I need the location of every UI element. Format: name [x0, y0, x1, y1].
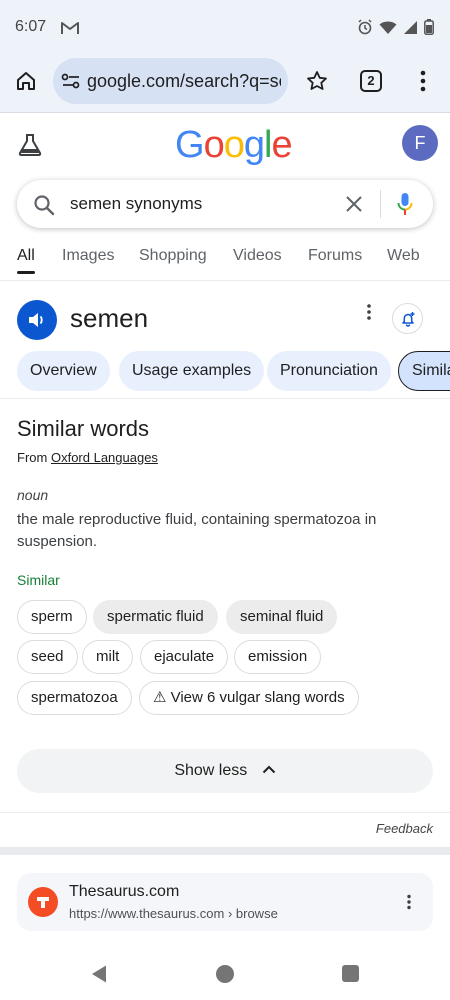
bell-plus-icon	[402, 312, 415, 327]
synonym-chip[interactable]: emission	[234, 640, 322, 674]
section-band	[0, 847, 450, 855]
logo-letter: o	[223, 124, 245, 166]
recents-icon[interactable]	[342, 965, 359, 982]
labs-flask-icon[interactable]	[17, 133, 43, 162]
dictionary-more-icon[interactable]	[363, 303, 375, 326]
synonym-chip[interactable]: seed	[17, 640, 78, 674]
tabs-divider	[0, 280, 450, 281]
url-text[interactable]: google.com/search?q=semen+synonyms	[87, 71, 281, 92]
tab-web[interactable]: Web	[387, 247, 420, 265]
tab-images[interactable]: Images	[62, 247, 114, 265]
system-nav-bar	[0, 950, 450, 1000]
google-logo[interactable]: Google	[175, 124, 293, 167]
wifi-icon	[379, 20, 397, 40]
synonym-chip[interactable]: spermatic fluid	[93, 600, 218, 634]
tab-label: All	[17, 247, 35, 264]
synonym-chip[interactable]: sperm	[17, 600, 87, 634]
synonym-chip[interactable]: seminal fluid	[226, 600, 338, 634]
synonym-chip[interactable]: milt	[82, 640, 134, 674]
tab-all[interactable]: All	[17, 247, 35, 274]
battery-icon	[424, 19, 434, 40]
search-tabs: All Images Shopping Videos Forums Web	[0, 247, 450, 275]
part-of-speech: noun	[17, 487, 49, 503]
home-icon[interactable]	[14, 69, 38, 98]
chip-usage-examples[interactable]: Usage examples	[119, 351, 265, 391]
thesaurus-favicon-icon	[28, 887, 58, 917]
signal-icon	[403, 20, 418, 40]
show-less-button[interactable]: Show less	[17, 749, 433, 793]
search-input[interactable]: semen synonyms	[70, 194, 202, 214]
source-prefix: From	[17, 450, 48, 465]
section-title: Similar words	[17, 416, 150, 441]
tab-shopping[interactable]: Shopping	[139, 247, 207, 265]
tabs-fade	[435, 247, 450, 269]
source-line: From Oxford Languages	[17, 450, 158, 465]
microphone-icon[interactable]	[397, 192, 413, 221]
vulgar-words-button[interactable]: ⚠ View 6 vulgar slang words	[139, 681, 359, 715]
result-site-name[interactable]: Thesaurus.com	[69, 883, 179, 901]
more-menu-icon[interactable]	[419, 70, 427, 97]
bookmark-star-icon[interactable]	[305, 69, 329, 98]
feedback-divider	[0, 812, 450, 813]
logo-letter: g	[243, 124, 265, 166]
site-settings-icon[interactable]	[61, 72, 81, 95]
browser-toolbar: google.com/search?q=semen+synonyms 2	[0, 56, 450, 112]
clear-search-icon[interactable]	[344, 194, 364, 219]
chip-pronunciation[interactable]: Pronunciation	[267, 351, 391, 391]
search-separator	[380, 190, 381, 218]
chip-overview[interactable]: Overview	[17, 351, 110, 391]
home-button-icon[interactable]	[216, 965, 234, 983]
status-icons	[357, 19, 434, 40]
feedback-link[interactable]: Feedback	[376, 821, 433, 836]
pronounce-button[interactable]	[17, 300, 57, 340]
tab-videos[interactable]: Videos	[233, 247, 282, 265]
url-bar[interactable]: google.com/search?q=semen+synonyms	[53, 58, 288, 104]
section-divider	[0, 398, 450, 399]
definition-text: the male reproductive fluid, containing …	[17, 511, 377, 550]
active-tab-indicator	[17, 271, 35, 274]
alarm-icon	[357, 19, 373, 40]
tab-switcher-button[interactable]: 2	[360, 70, 382, 92]
result-url: https://www.thesaurus.com › browse	[69, 906, 278, 921]
logo-letter: G	[175, 124, 205, 166]
similar-label: Similar	[17, 572, 60, 588]
dictionary-word: semen	[70, 303, 149, 333]
chevron-up-icon	[262, 765, 275, 773]
gmail-icon	[61, 21, 79, 40]
status-time: 6:07	[15, 18, 47, 35]
speaker-icon	[29, 313, 43, 327]
synonym-chip[interactable]: ejaculate	[140, 640, 229, 674]
section-chips: Overview Usage examples Pronunciation Si…	[0, 351, 450, 391]
follow-button[interactable]	[392, 303, 423, 334]
show-less-label: Show less	[174, 762, 248, 779]
source-link[interactable]: Oxford Languages	[51, 450, 158, 465]
tab-forums[interactable]: Forums	[308, 247, 362, 265]
toolbar-divider	[0, 112, 450, 113]
search-icon	[33, 194, 55, 221]
logo-letter: e	[271, 124, 292, 166]
back-icon[interactable]	[90, 964, 108, 989]
search-result[interactable]: Thesaurus.com https://www.thesaurus.com …	[17, 873, 433, 931]
result-more-icon[interactable]	[405, 894, 413, 915]
status-bar: 6:07	[0, 0, 450, 56]
synonym-chip[interactable]: spermatozoa	[17, 681, 132, 715]
account-avatar[interactable]: F	[402, 125, 438, 161]
chip-similar[interactable]: Similar	[398, 351, 450, 391]
search-box[interactable]: semen synonyms	[17, 180, 433, 228]
logo-letter: o	[203, 124, 225, 166]
